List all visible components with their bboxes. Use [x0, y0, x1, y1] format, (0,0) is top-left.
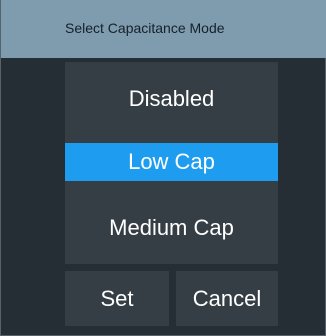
mode-option-list: Disabled Low Cap Medium Cap [65, 62, 278, 264]
cancel-button[interactable]: Cancel [176, 271, 278, 326]
dialog-title: Select Capacitance Mode [65, 20, 225, 36]
option-disabled[interactable]: Disabled [65, 72, 278, 126]
set-button[interactable]: Set [65, 271, 169, 326]
option-low-cap[interactable]: Low Cap [65, 143, 278, 181]
capacitance-mode-dialog: Select Capacitance Mode Disabled Low Cap… [0, 0, 326, 336]
dialog-title-bar: Select Capacitance Mode [1, 0, 326, 58]
option-medium-cap[interactable]: Medium Cap [65, 201, 278, 255]
